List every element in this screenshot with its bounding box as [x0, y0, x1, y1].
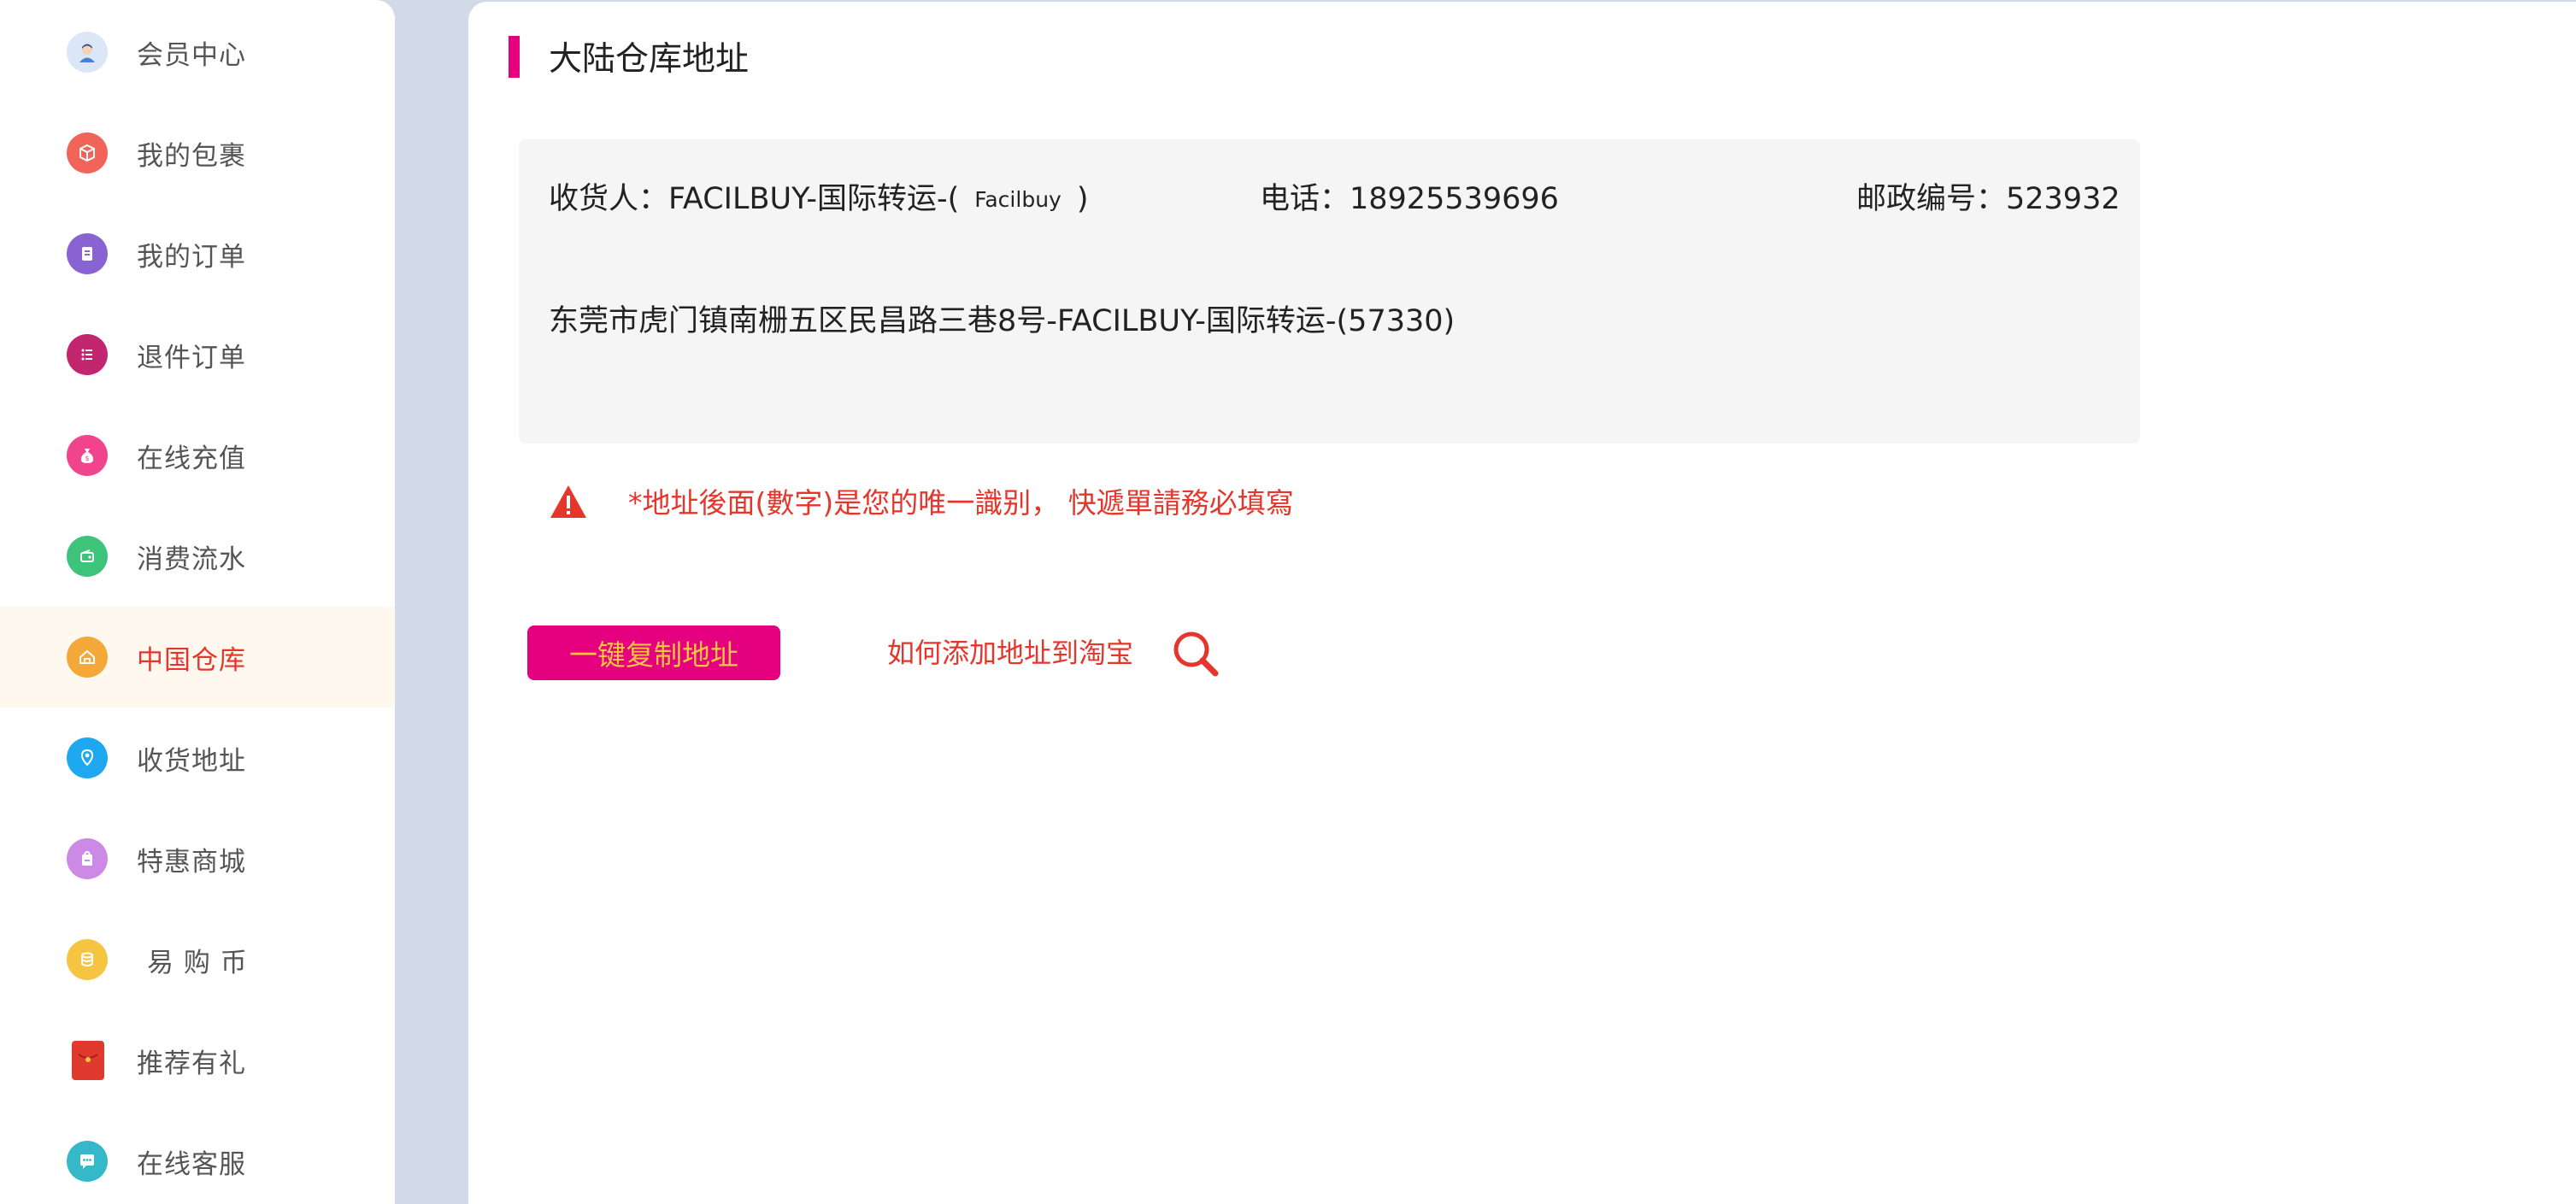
- return-list-icon: [67, 334, 108, 375]
- svg-text:$: $: [85, 455, 89, 462]
- sidebar-item-label: 在线客服: [137, 1148, 246, 1180]
- sidebar-item-online-support[interactable]: 在线客服: [0, 1111, 395, 1204]
- chat-bubble-icon: [67, 1141, 108, 1182]
- sidebar-item-label: 特惠商城: [137, 846, 246, 878]
- warehouse-icon: [67, 637, 108, 678]
- sidebar-item-label: 会员中心: [137, 39, 246, 71]
- copy-address-button[interactable]: 一键复制地址: [527, 625, 780, 680]
- sidebar-item-label: 收货地址: [137, 745, 246, 777]
- sidebar-item-label: 在线充值: [137, 443, 246, 474]
- receiver-name: Facilbuy: [974, 187, 1062, 212]
- sidebar-item-china-warehouse[interactable]: 中国仓库: [0, 607, 395, 708]
- location-pin-icon: [67, 737, 108, 778]
- money-bag-icon: $: [67, 435, 108, 476]
- wallet-flow-icon: [67, 536, 108, 577]
- page-title: 大陆仓库地址: [549, 40, 750, 79]
- sidebar-item-online-recharge[interactable]: $ 在线充值: [0, 405, 395, 506]
- address-field: 东莞市虎门镇南栅五区民昌路三巷8号-FACILBUY-国际转运-(57330): [549, 304, 1456, 338]
- sidebar-item-shipping-address[interactable]: 收货地址: [0, 708, 395, 808]
- avatar-icon: [67, 32, 108, 73]
- sidebar-item-yigou-coin[interactable]: 易 购 币: [0, 909, 395, 1010]
- warning-text: *地址後面(數字)是您的唯一識别， 快遞單請務必填寫: [628, 486, 1294, 520]
- receiver-prefix: 收货人：FACILBUY-国际转运-(: [549, 182, 960, 216]
- postcode-field: 邮政编号：523932: [1856, 182, 2120, 216]
- coin-icon: [67, 939, 108, 980]
- phone-field: 电话：18925539696: [1260, 182, 1559, 216]
- sidebar-item-label: 易 购 币: [147, 947, 248, 978]
- receiver-suffix: ): [1076, 182, 1089, 216]
- sidebar-item-label: 消费流水: [137, 543, 246, 575]
- sidebar-item-discount-mall[interactable]: 特惠商城: [0, 808, 395, 909]
- receiver-field: 收货人：FACILBUY-国际转运-( Facilbuy): [549, 180, 1089, 219]
- sidebar-item-member-center[interactable]: 会员中心: [0, 2, 395, 103]
- title-accent-bar: [509, 36, 520, 78]
- order-icon: [67, 233, 108, 274]
- sidebar-item-label: 我的订单: [137, 241, 246, 273]
- search-icon[interactable]: [1169, 627, 1220, 678]
- sidebar-item-my-packages[interactable]: 我的包裹: [0, 103, 395, 203]
- sidebar-item-return-orders[interactable]: 退件订单: [0, 304, 395, 405]
- package-icon: [67, 132, 108, 173]
- sidebar: 会员中心 我的包裹 我的订单 退件订单 $ 在线充值 消费流水 中国仓库 收货地…: [0, 0, 395, 1204]
- red-envelope-icon: [72, 1041, 104, 1080]
- shopping-bag-icon: [67, 838, 108, 879]
- sidebar-item-consumption-flow[interactable]: 消费流水: [0, 506, 395, 607]
- sidebar-item-referral-gift[interactable]: 推荐有礼: [0, 1010, 395, 1111]
- sidebar-item-label: 中国仓库: [137, 644, 246, 676]
- sidebar-item-label: 我的包裹: [137, 140, 246, 172]
- warning-triangle-icon: [550, 485, 586, 518]
- sidebar-item-my-orders[interactable]: 我的订单: [0, 203, 395, 304]
- sidebar-item-label: 推荐有礼: [137, 1048, 246, 1079]
- sidebar-item-label: 退件订单: [137, 342, 246, 373]
- how-to-add-address-link[interactable]: 如何添加地址到淘宝: [887, 634, 1133, 672]
